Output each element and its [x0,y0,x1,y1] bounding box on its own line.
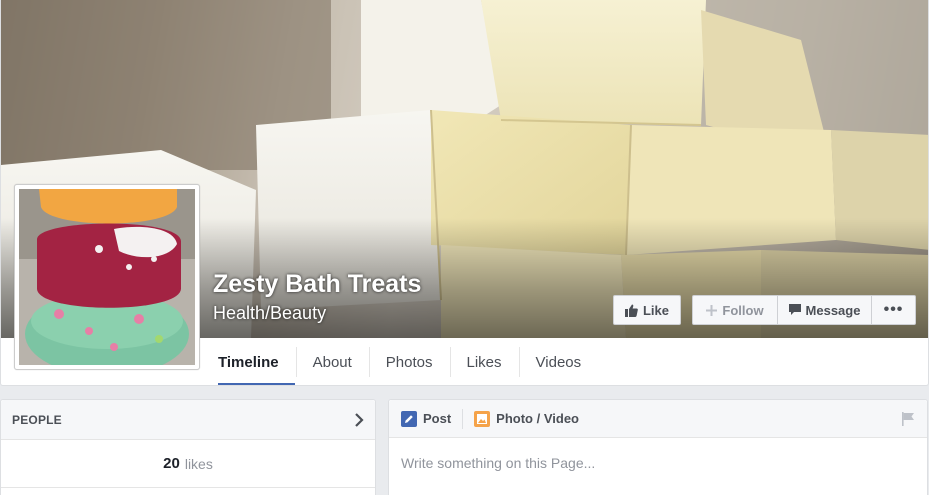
thumbs-up-icon [624,304,638,317]
tab-about[interactable]: About [295,338,369,385]
page-category[interactable]: Health/Beauty [213,303,326,324]
profile-picture[interactable] [14,184,200,370]
post-tab[interactable]: Post [401,400,462,437]
photo-label: Photo / Video [496,411,579,426]
chevron-right-icon[interactable] [354,412,364,427]
page-title[interactable]: Zesty Bath Treats [213,270,421,299]
like-button[interactable]: Like [613,295,681,325]
more-options-button[interactable]: ••• [872,296,915,324]
tab-label: Photos [385,353,433,371]
tab-videos[interactable]: Videos [518,338,599,385]
likes-label: likes [184,455,213,472]
composer-tabs: Post Photo / Video [389,400,927,438]
composer-input[interactable]: Write something on this Page... [389,438,927,488]
post-label: Post [423,411,452,426]
photo-icon [474,410,491,427]
page-header: Zesty Bath Treats Health/Beauty Like Fol… [0,0,929,495]
speech-bubble-icon [788,304,801,315]
likes-count: 20 [163,455,180,472]
page-actions: Follow Message ••• [692,295,916,325]
people-header[interactable]: PEOPLE [1,400,375,440]
tab-label: About [312,353,352,371]
post-composer: Post Photo / Video Write something on th… [388,399,928,495]
bath-bombs-image [19,189,195,365]
people-title: PEOPLE [12,412,62,427]
tab-label: Videos [535,353,582,371]
more-icon: ••• [883,301,904,318]
like-label: Like [642,302,669,318]
page-tabs: Timeline About Photos Likes Videos [201,338,599,385]
follow-button[interactable]: Follow [693,296,778,324]
flag-icon[interactable] [901,411,915,426]
pencil-icon [401,410,417,427]
tab-timeline[interactable]: Timeline [201,338,296,385]
tab-photos[interactable]: Photos [368,338,450,385]
message-label: Message [805,302,861,318]
tab-label: Likes [466,353,502,371]
plus-icon [706,304,718,316]
message-button[interactable]: Message [778,296,872,324]
photo-video-tab[interactable]: Photo / Video [462,408,579,429]
people-card: PEOPLE 20 likes [0,399,376,495]
tab-label: Timeline [218,353,279,371]
tab-likes[interactable]: Likes [449,338,519,385]
follow-label: Follow [722,302,764,318]
likes-summary[interactable]: 20 likes [1,440,375,488]
